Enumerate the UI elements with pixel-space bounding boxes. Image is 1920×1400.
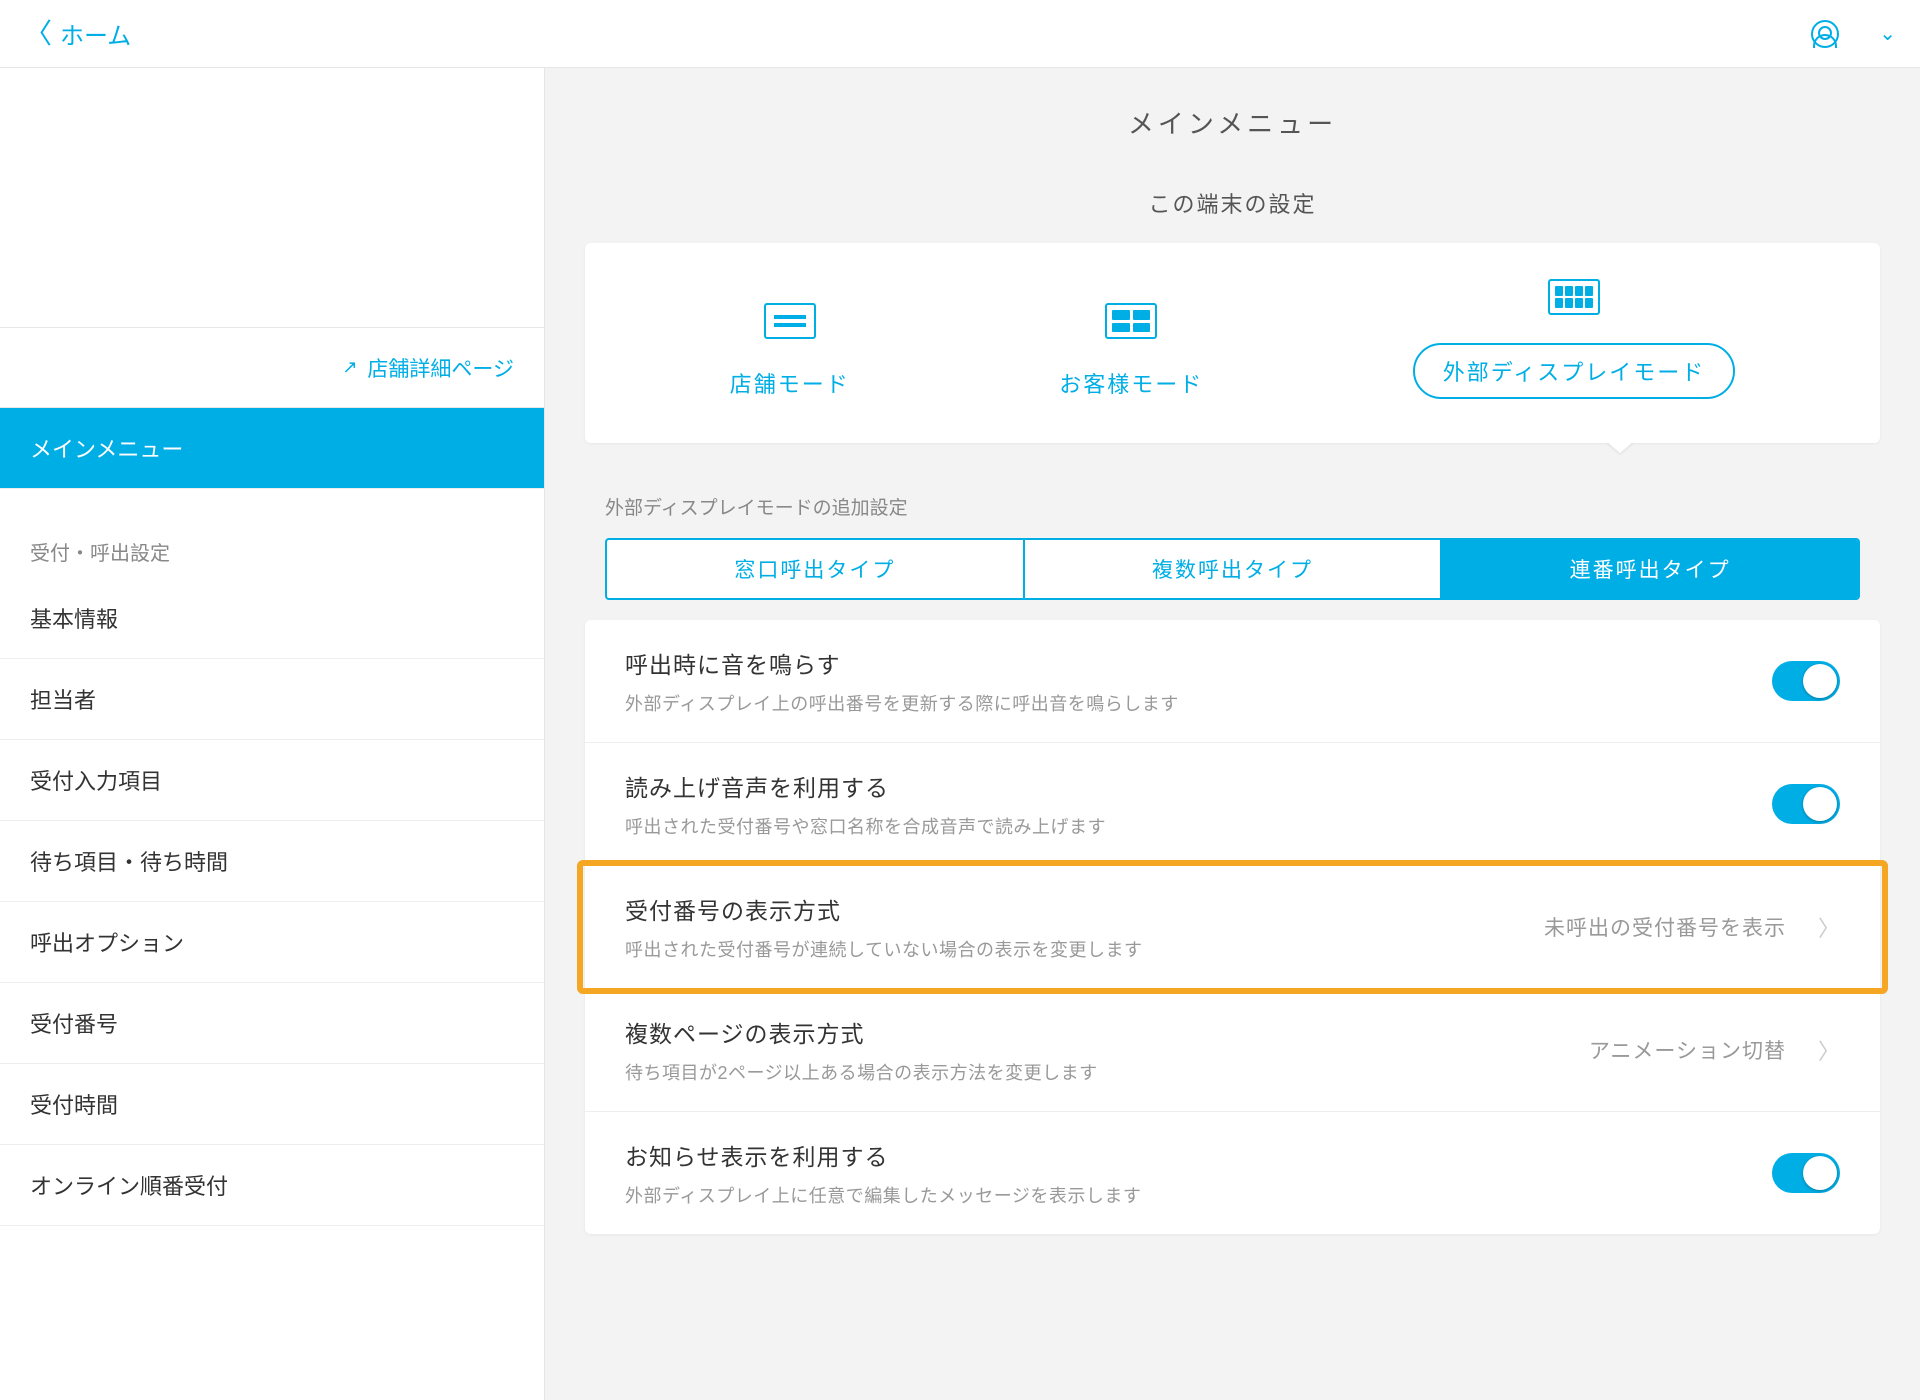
toggle-voice[interactable]	[1772, 784, 1840, 824]
seg-window-call[interactable]: 窓口呼出タイプ	[607, 540, 1023, 598]
setting-desc: 外部ディスプレイ上に任意で編集したメッセージを表示します	[625, 1182, 1752, 1208]
setting-row-page-display[interactable]: 複数ページの表示方式 待ち項目が2ページ以上ある場合の表示方法を変更します アニ…	[585, 989, 1880, 1112]
mode-label: お客様モード	[1059, 367, 1203, 399]
setting-desc: 待ち項目が2ページ以上ある場合の表示方法を変更します	[625, 1059, 1569, 1085]
chevron-right-icon: 〉	[1818, 1034, 1840, 1066]
sidebar-item-label: 受付入力項目	[30, 769, 162, 794]
seg-label: 窓口呼出タイプ	[734, 559, 895, 582]
chevron-right-icon: 〉	[1818, 911, 1840, 943]
device-settings-label: この端末の設定	[545, 177, 1920, 243]
setting-value: アニメーション切替	[1589, 1035, 1786, 1065]
seg-label: 複数呼出タイプ	[1152, 559, 1313, 582]
setting-title: 呼出時に音を鳴らす	[625, 646, 1752, 680]
display-mode-icon	[1548, 279, 1600, 315]
setting-value: 未呼出の受付番号を表示	[1544, 912, 1786, 942]
sidebar-item-label: メインメニュー	[30, 437, 183, 462]
sidebar-item-label: 基本情報	[30, 607, 118, 632]
sidebar-item-label: 担当者	[30, 688, 96, 713]
sidebar-item-reception-fields[interactable]: 受付入力項目	[0, 740, 544, 821]
page-title: メインメニュー	[545, 68, 1920, 177]
sidebar-item-main-menu[interactable]: メインメニュー	[0, 408, 544, 489]
chevron-left-icon: 〈	[24, 20, 52, 48]
chevron-down-icon[interactable]: ⌄	[1879, 21, 1896, 46]
setting-row-sound: 呼出時に音を鳴らす 外部ディスプレイ上の呼出番号を更新する際に呼出音を鳴らします	[585, 620, 1880, 743]
sidebar-item-staff[interactable]: 担当者	[0, 659, 544, 740]
sidebar-item-label: 呼出オプション	[30, 931, 184, 956]
sidebar-section-label: 受付・呼出設定	[0, 489, 544, 578]
subsection-label: 外部ディスプレイモードの追加設定	[545, 471, 1920, 538]
mode-option-display[interactable]: 外部ディスプレイモード	[1413, 279, 1735, 399]
segmented-control: 窓口呼出タイプ 複数呼出タイプ 連番呼出タイプ	[605, 538, 1860, 600]
external-link-icon: ↗	[342, 357, 357, 378]
sidebar-item-label: 待ち項目・待ち時間	[30, 850, 228, 875]
sidebar-blank	[0, 68, 544, 328]
setting-desc: 呼出された受付番号が連続していない場合の表示を変更します	[625, 936, 1524, 962]
sidebar-item-online-queue[interactable]: オンライン順番受付	[0, 1145, 544, 1226]
settings-card: 呼出時に音を鳴らす 外部ディスプレイ上の呼出番号を更新する際に呼出音を鳴らします…	[585, 620, 1880, 1234]
toggle-sound[interactable]	[1772, 661, 1840, 701]
sidebar-item-basic-info[interactable]: 基本情報	[0, 578, 544, 659]
sidebar-item-call-options[interactable]: 呼出オプション	[0, 902, 544, 983]
store-detail-link[interactable]: ↗ 店舗詳細ページ	[0, 328, 544, 408]
setting-title: 読み上げ音声を利用する	[625, 769, 1752, 803]
sidebar-item-reception-time[interactable]: 受付時間	[0, 1064, 544, 1145]
sidebar-item-label: 受付番号	[30, 1012, 118, 1037]
sidebar-item-wait-items[interactable]: 待ち項目・待ち時間	[0, 821, 544, 902]
mode-option-store[interactable]: 店舗モード	[730, 303, 850, 399]
setting-title: お知らせ表示を利用する	[625, 1138, 1752, 1172]
setting-row-notice: お知らせ表示を利用する 外部ディスプレイ上に任意で編集したメッセージを表示します	[585, 1112, 1880, 1234]
store-mode-icon	[764, 303, 816, 339]
setting-title: 受付番号の表示方式	[625, 892, 1524, 926]
store-detail-label: 店舗詳細ページ	[367, 353, 514, 383]
mode-pointer-icon	[1606, 441, 1634, 453]
setting-desc: 外部ディスプレイ上の呼出番号を更新する際に呼出音を鳴らします	[625, 690, 1752, 716]
sidebar-item-label: オンライン順番受付	[30, 1174, 228, 1199]
seg-sequential-call[interactable]: 連番呼出タイプ	[1440, 540, 1858, 598]
user-icon[interactable]	[1811, 20, 1839, 48]
seg-multi-call[interactable]: 複数呼出タイプ	[1023, 540, 1441, 598]
mode-option-customer[interactable]: お客様モード	[1059, 303, 1203, 399]
topbar: 〈 ホーム ⌄	[0, 0, 1920, 68]
setting-row-voice: 読み上げ音声を利用する 呼出された受付番号や窓口名称を合成音声で読み上げます	[585, 743, 1880, 866]
sidebar-item-label: 受付時間	[30, 1093, 118, 1118]
sidebar: ↗ 店舗詳細ページ メインメニュー 受付・呼出設定 基本情報 担当者 受付入力項…	[0, 68, 545, 1400]
sidebar-item-reception-number[interactable]: 受付番号	[0, 983, 544, 1064]
mode-card: 店舗モード お客様モード 外部ディスプレイモード	[585, 243, 1880, 443]
customer-mode-icon	[1105, 303, 1157, 339]
setting-row-number-display[interactable]: 受付番号の表示方式 呼出された受付番号が連続していない場合の表示を変更します 未…	[585, 866, 1880, 989]
mode-label: 店舗モード	[730, 367, 850, 399]
mode-label: 外部ディスプレイモード	[1413, 343, 1735, 399]
main-content: メインメニュー この端末の設定 店舗モード お客様モード 外部ディスプレイモード	[545, 68, 1920, 1400]
back-label: ホーム	[60, 16, 131, 51]
toggle-notice[interactable]	[1772, 1153, 1840, 1193]
back-button[interactable]: 〈 ホーム	[24, 16, 131, 51]
setting-desc: 呼出された受付番号や窓口名称を合成音声で読み上げます	[625, 813, 1752, 839]
seg-label: 連番呼出タイプ	[1570, 559, 1731, 582]
setting-title: 複数ページの表示方式	[625, 1015, 1569, 1049]
